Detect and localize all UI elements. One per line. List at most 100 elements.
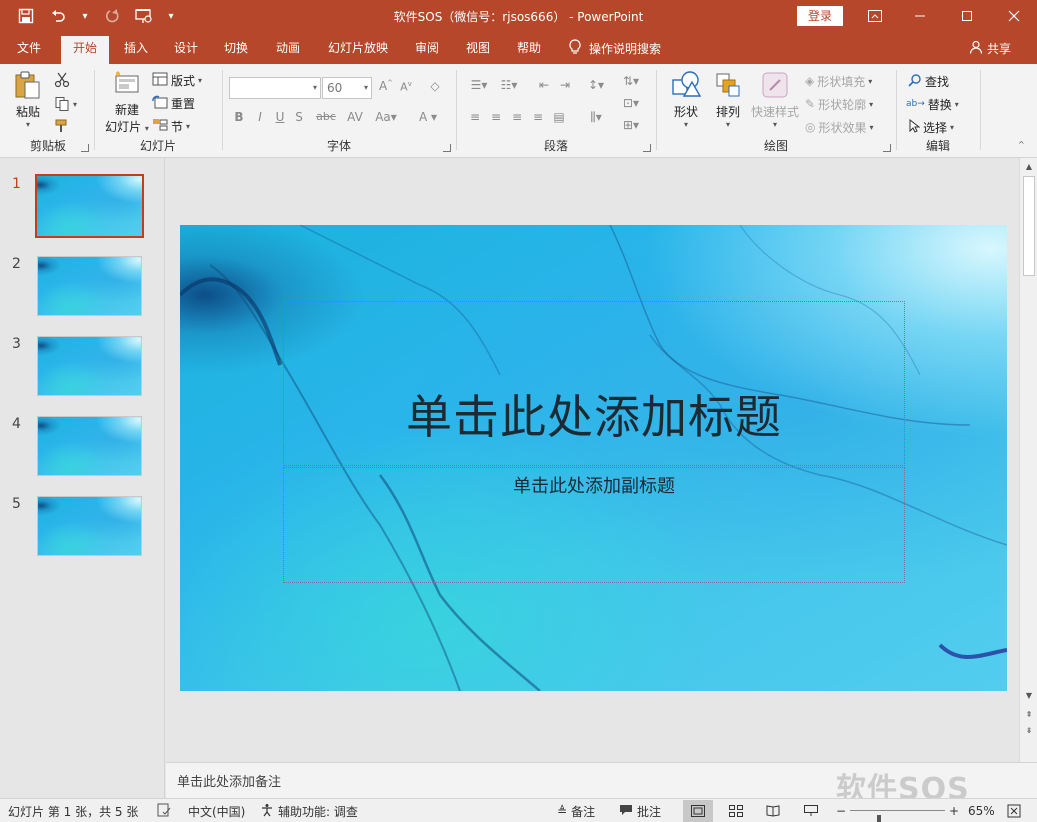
slide-thumbnail[interactable]: 4 — [0, 416, 165, 480]
language-indicator[interactable]: 中文(中国) — [188, 802, 245, 820]
paste-dropdown-icon[interactable]: ▾ — [26, 120, 30, 129]
font-name-dropdown-icon[interactable]: ▾ — [313, 78, 317, 98]
zoom-in-icon[interactable]: + — [949, 802, 959, 820]
slide-show-view-icon[interactable] — [796, 800, 826, 822]
align-center-icon[interactable]: ≡ — [487, 110, 505, 124]
slide-thumbnail[interactable]: 1 — [0, 174, 165, 240]
justify-icon[interactable]: ≡ — [529, 110, 547, 124]
customize-qat-icon[interactable]: ▾ — [164, 4, 178, 28]
minimize-icon[interactable] — [897, 0, 943, 32]
increase-font-size-icon[interactable]: A^ — [377, 79, 395, 93]
layout-button[interactable]: 版式 ▾ — [152, 70, 202, 90]
tab-transitions[interactable]: 切换 — [213, 36, 259, 64]
tab-slide-show[interactable]: 幻灯片放映 — [318, 36, 398, 64]
decrease-indent-icon[interactable]: ⇤ — [535, 78, 553, 92]
tab-home[interactable]: 开始 — [61, 36, 109, 64]
convert-to-smartart-icon[interactable]: ⊞▾ — [618, 118, 644, 132]
login-button[interactable]: 登录 — [797, 6, 843, 26]
scroll-down-icon[interactable]: ▼ — [1022, 689, 1036, 703]
slide-thumbnail[interactable]: 5 — [0, 496, 165, 560]
clipboard-dialog-launcher-icon[interactable] — [81, 144, 89, 152]
drawing-dialog-launcher-icon[interactable] — [883, 144, 891, 152]
font-size-combo[interactable]: 60 ▾ — [322, 77, 372, 99]
reading-view-icon[interactable] — [758, 800, 788, 822]
vertical-scrollbar[interactable]: ▲ ▼ ⇞ ⇟ — [1019, 158, 1037, 762]
bold-icon[interactable]: B — [230, 110, 248, 124]
section-button[interactable]: 节 ▾ — [152, 116, 190, 136]
font-size-dropdown-icon[interactable]: ▾ — [364, 78, 368, 98]
align-left-icon[interactable]: ≡ — [466, 110, 484, 124]
select-button[interactable]: 选择 ▾ — [908, 117, 954, 137]
decrease-font-size-icon[interactable]: Av — [397, 80, 415, 94]
title-placeholder[interactable]: 单击此处添加标题 — [283, 301, 905, 466]
accessibility-checker[interactable]: 辅助功能: 调查 — [260, 802, 358, 820]
align-right-icon[interactable]: ≡ — [508, 110, 526, 124]
shapes-button[interactable]: 形状 ▾ — [666, 70, 706, 129]
tab-help[interactable]: 帮助 — [506, 36, 552, 64]
zoom-level[interactable]: 65% — [968, 802, 995, 820]
slide-thumbnail[interactable]: 2 — [0, 256, 165, 320]
shape-outline-button[interactable]: ✎ 形状轮廓 ▾ — [805, 94, 873, 114]
close-icon[interactable] — [991, 0, 1037, 32]
distributed-icon[interactable]: ▤ — [550, 110, 568, 124]
slide-thumbnail-image[interactable] — [35, 174, 144, 238]
slide-thumbnail-image[interactable] — [37, 496, 142, 556]
collapse-ribbon-icon[interactable]: ^ — [1018, 134, 1025, 154]
find-button[interactable]: 查找 — [908, 71, 949, 91]
font-color-icon[interactable]: A ▾ — [415, 110, 441, 124]
maximize-icon[interactable] — [944, 0, 990, 32]
clear-formatting-icon[interactable]: ◇ — [426, 79, 444, 93]
tab-animations[interactable]: 动画 — [265, 36, 311, 64]
character-spacing-icon[interactable]: AV — [343, 110, 367, 124]
comments-button[interactable]: 批注 — [619, 802, 661, 820]
font-name-combo[interactable]: ▾ — [229, 77, 321, 99]
slide-thumbnail[interactable]: 3 — [0, 336, 165, 400]
increase-indent-icon[interactable]: ⇥ — [556, 78, 574, 92]
arrange-button[interactable]: 排列 ▾ — [708, 70, 748, 129]
share-button[interactable]: 共享 — [969, 36, 1011, 60]
quick-styles-button[interactable]: 快速样式 ▾ — [748, 70, 802, 129]
bullets-icon[interactable]: ☰▾ — [466, 78, 492, 92]
redo-icon[interactable] — [100, 4, 124, 28]
columns-icon[interactable]: ⫼▾ — [583, 110, 609, 125]
shape-fill-button[interactable]: ◈ 形状填充 ▾ — [805, 71, 872, 91]
text-direction-icon[interactable]: ⇅▾ — [618, 74, 644, 88]
shape-effects-button[interactable]: ◎ 形状效果 ▾ — [805, 117, 874, 137]
scrollbar-thumb[interactable] — [1023, 176, 1035, 276]
reset-button[interactable]: 重置 — [152, 93, 195, 113]
strikethrough-icon[interactable]: abc — [312, 110, 340, 123]
next-slide-icon[interactable]: ⇟ — [1022, 724, 1036, 738]
slide-thumbnail-image[interactable] — [37, 416, 142, 476]
slide-thumbnail-image[interactable] — [37, 336, 142, 396]
zoom-slider-track[interactable] — [850, 810, 945, 822]
slide-sorter-view-icon[interactable] — [721, 800, 751, 822]
tab-review[interactable]: 审阅 — [404, 36, 450, 64]
slide-thumbnail-image[interactable] — [37, 256, 142, 316]
tab-insert[interactable]: 插入 — [113, 36, 159, 64]
align-text-icon[interactable]: ⊡▾ — [618, 96, 644, 110]
text-shadow-icon[interactable]: S — [290, 110, 308, 124]
tab-design[interactable]: 设计 — [163, 36, 209, 64]
copy-icon[interactable]: ▾ — [54, 94, 77, 114]
normal-view-icon[interactable] — [683, 800, 713, 822]
fit-to-window-icon[interactable] — [1007, 802, 1021, 820]
zoom-slider-thumb[interactable] — [877, 815, 882, 822]
notes-toggle-button[interactable]: ≜ 备注 — [557, 802, 595, 820]
ribbon-display-options-icon[interactable] — [852, 0, 898, 32]
line-spacing-icon[interactable]: ↕▾ — [583, 78, 609, 92]
previous-slide-icon[interactable]: ⇞ — [1022, 708, 1036, 722]
start-from-beginning-icon[interactable] — [132, 4, 156, 28]
numbering-icon[interactable]: ☷▾ — [496, 78, 522, 92]
undo-dropdown-icon[interactable]: ▾ — [78, 4, 92, 28]
tell-me-search[interactable]: 操作说明搜索 — [569, 36, 661, 60]
new-slide-button[interactable]: 新建 幻灯片 ▾ — [100, 70, 154, 135]
italic-icon[interactable]: I — [251, 110, 269, 124]
save-icon[interactable] — [14, 4, 38, 28]
paragraph-dialog-launcher-icon[interactable] — [643, 144, 651, 152]
font-dialog-launcher-icon[interactable] — [443, 144, 451, 152]
scroll-up-icon[interactable]: ▲ — [1022, 160, 1036, 174]
underline-icon[interactable]: U — [271, 110, 289, 124]
zoom-out-icon[interactable]: − — [836, 802, 846, 820]
tab-file[interactable]: 文件 — [6, 36, 52, 64]
undo-icon[interactable] — [46, 4, 70, 28]
